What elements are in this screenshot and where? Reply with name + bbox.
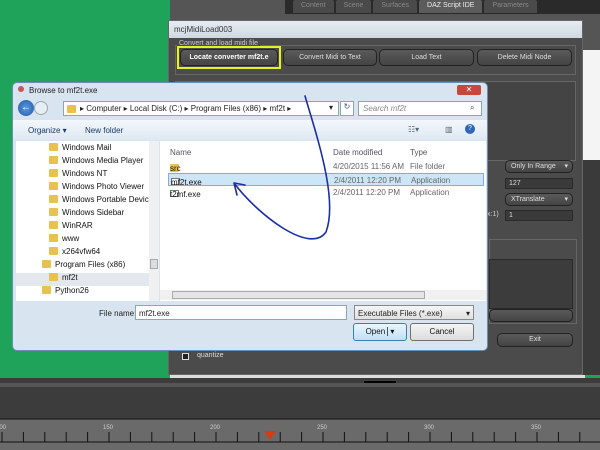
ruler-label: 150 [103,425,114,431]
timeline: 100 150 200 250 300 350 [0,375,600,450]
ruler-label: 200 [210,425,221,431]
ruler-label: 250 [317,425,328,431]
ruler-label: 100 [0,425,7,431]
timeline-ruler[interactable]: 100 150 200 250 300 350 [0,405,600,450]
ruler-label: 350 [531,425,542,431]
ruler-band [0,419,600,450]
ruler-label: 300 [424,425,435,431]
